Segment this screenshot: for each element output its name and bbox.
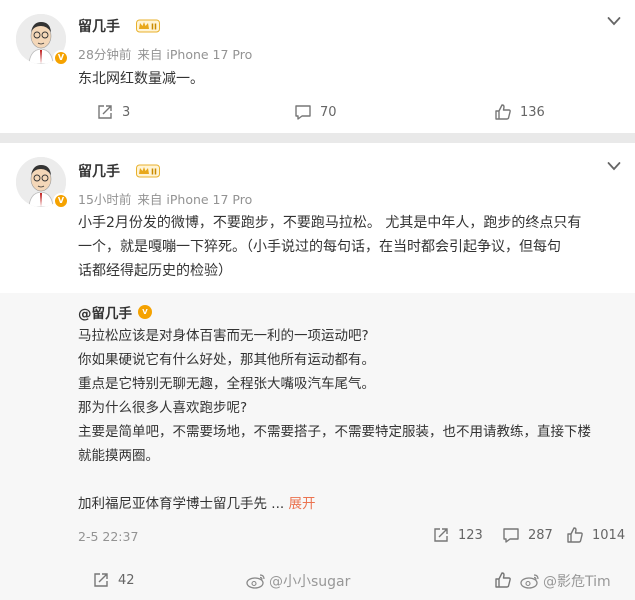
post-text: 小手2月份发的微博，不要跑步，不要跑马拉松。 尤其是中年人，跑步的终点只有 一个… <box>78 211 581 283</box>
repost-icon <box>98 105 112 119</box>
weibo-logo-icon <box>246 574 265 589</box>
quoted-repost-button[interactable]: 123 <box>432 526 483 544</box>
quoted-text-line: 马拉松应该是对身体百害而无一利的一项运动吧? <box>78 328 369 344</box>
post-meta: 28分钟前 来自 iPhone 17 Pro <box>78 44 252 63</box>
quoted-comment-button[interactable]: 287 <box>502 526 553 544</box>
author-avatar[interactable]: V <box>16 14 69 66</box>
verified-badge-icon: V <box>53 193 69 209</box>
post-source: 来自 iPhone 17 Pro <box>137 192 253 207</box>
author-avatar[interactable]: V <box>16 157 69 209</box>
repost-count: 3 <box>122 104 131 120</box>
quoted-text-truncated: 加利福尼亚体育学博士留几手先 ... <box>78 496 285 512</box>
author-name[interactable]: 留几手 <box>78 16 120 36</box>
like-count: 136 <box>520 104 545 120</box>
quoted-text-line: 你如果硬说它有什么好处，那其他所有运动都有。 <box>78 352 375 368</box>
comment-icon <box>295 105 311 120</box>
post-time[interactable]: 15小时前 <box>78 192 131 207</box>
quoted-post-time[interactable]: 2-5 22:37 <box>78 529 138 544</box>
quoted-text-line: 重点是它特别无聊无趣，全程张大嘴吸汽车尾气。 <box>78 376 375 392</box>
post-text-line: 一个，就是嘎嘣一下猝死。（小手说过的每句话，在当时都会引起争议，但每句 <box>78 239 561 255</box>
watermark-right: @影危Tim <box>520 571 611 591</box>
comment-count: 287 <box>528 527 553 543</box>
verified-badge-icon: V <box>138 305 152 319</box>
comment-count: 70 <box>320 104 337 120</box>
comment-button[interactable]: 70 <box>294 103 337 121</box>
repost-count: 123 <box>458 527 483 543</box>
repost-button[interactable]: 3 <box>96 103 130 121</box>
thumbs-up-icon <box>495 104 511 120</box>
quoted-post[interactable]: @留几手 V 马拉松应该是对身体百害而无一利的一项运动吧? 你如果硬说它有什么好… <box>0 293 635 600</box>
post-time[interactable]: 28分钟前 <box>78 47 131 62</box>
svg-text:II: II <box>151 168 157 177</box>
rank-badge-icon: II <box>136 19 160 33</box>
svg-text:II: II <box>151 23 157 32</box>
verified-badge-icon: V <box>53 50 69 66</box>
repost-icon <box>434 528 448 542</box>
expand-link[interactable]: 展开 <box>288 496 315 512</box>
weibo-logo-icon <box>520 574 539 589</box>
rank-badge-icon: II <box>136 164 160 178</box>
quoted-author[interactable]: @留几手 <box>78 302 132 322</box>
quoted-text-line: 主要是简单吧，不需要场地，不需要搭子，不需要特定服装，也不用请教练，直接下楼 <box>78 424 591 440</box>
post-text: 东北网红数量减一。 <box>78 71 204 87</box>
comment-icon <box>503 528 519 543</box>
quoted-text-line: 就能摸两圈。 <box>78 448 159 464</box>
post-text-line: 话都经得起历史的检验） <box>78 263 232 279</box>
quoted-text-line: 那为什么很多人喜欢跑步呢? <box>78 400 248 416</box>
post-meta: 15小时前 来自 iPhone 17 Pro <box>78 189 252 208</box>
quoted-like-button[interactable]: 1014 <box>566 526 625 544</box>
post-source: 来自 iPhone 17 Pro <box>137 47 253 62</box>
thumbs-up-icon[interactable] <box>494 571 512 589</box>
like-button[interactable]: 136 <box>494 103 545 121</box>
quoted-text-last-line: 加利福尼亚体育学博士留几手先 ... 展开 <box>78 492 315 516</box>
post-text-line: 小手2月份发的微博，不要跑步，不要跑马拉松。 尤其是中年人，跑步的终点只有 <box>78 215 582 231</box>
weibo-post-2: V 留几手 II 15小时前 来自 iPhone 17 Pro 小手2月份发的微博… <box>0 143 635 600</box>
watermark-text: @小小sugar <box>269 574 351 590</box>
repost-icon <box>94 573 108 587</box>
repost-button[interactable]: 42 <box>92 571 135 589</box>
weibo-post-1: V 留几手 II 28分钟前 来自 iPhone 17 Pro 东北网红数量减一。… <box>0 0 635 133</box>
like-count: 1014 <box>592 527 626 543</box>
repost-count: 42 <box>118 572 135 588</box>
watermark-text: @影危Tim <box>543 574 611 590</box>
author-name[interactable]: 留几手 <box>78 161 120 181</box>
thumbs-up-icon <box>567 527 583 543</box>
chevron-down-icon[interactable] <box>607 161 621 171</box>
watermark-left: @小小sugar <box>246 571 350 591</box>
chevron-down-icon[interactable] <box>607 16 621 26</box>
